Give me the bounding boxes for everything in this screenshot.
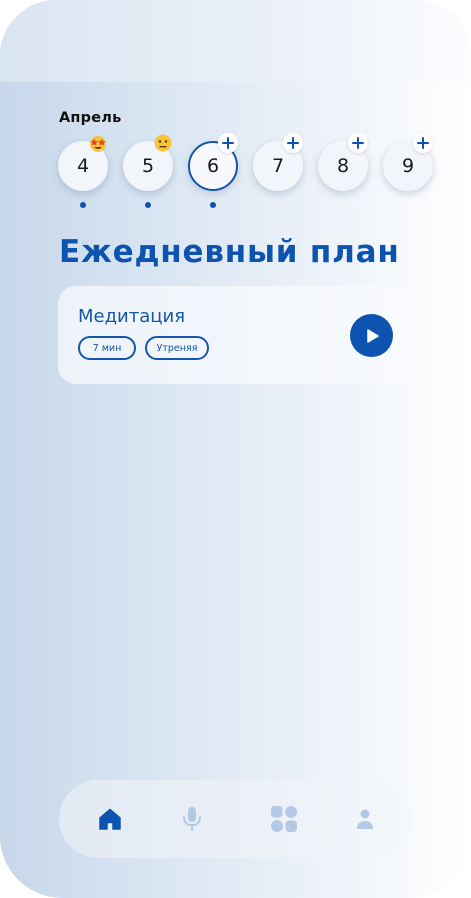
day-5-activity-dot [145,202,151,208]
add-entry-button[interactable] [413,133,433,153]
add-entry-button[interactable] [283,133,303,153]
nav-voice[interactable] [177,804,207,834]
play-button[interactable] [350,314,393,357]
month-label: Апрель [59,110,122,126]
phone-screen: Апрель 4 5 6 7 8 9 Ежедневный план Медит… [0,0,471,898]
plan-item-title: Медитация [78,306,186,327]
status-area [0,0,471,82]
day-4-activity-dot [80,202,86,208]
play-icon [366,328,379,343]
duration-tag: 7 мин [78,336,136,360]
plus-icon [222,137,234,149]
add-entry-button[interactable] [348,133,368,153]
plus-icon [417,137,429,149]
day-6-activity-dot [210,202,216,208]
plan-item-card[interactable]: Медитация 7 мин Утреняя [58,286,412,384]
add-entry-button[interactable] [218,133,238,153]
nav-home[interactable] [95,804,125,834]
time-of-day-tag: Утреняя [145,336,209,360]
page-title: Ежедневный план [59,234,400,270]
plus-icon [352,137,364,149]
neutral-face-emoji-icon [154,134,172,152]
nav-profile[interactable] [350,804,380,834]
nav-apps[interactable] [269,804,299,834]
bottom-navigation [59,780,413,858]
profile-icon [357,809,373,829]
home-icon [99,808,121,830]
microphone-icon [183,807,201,831]
star-struck-emoji-icon [90,136,106,152]
grid-icon [271,806,297,832]
plus-icon [287,137,299,149]
